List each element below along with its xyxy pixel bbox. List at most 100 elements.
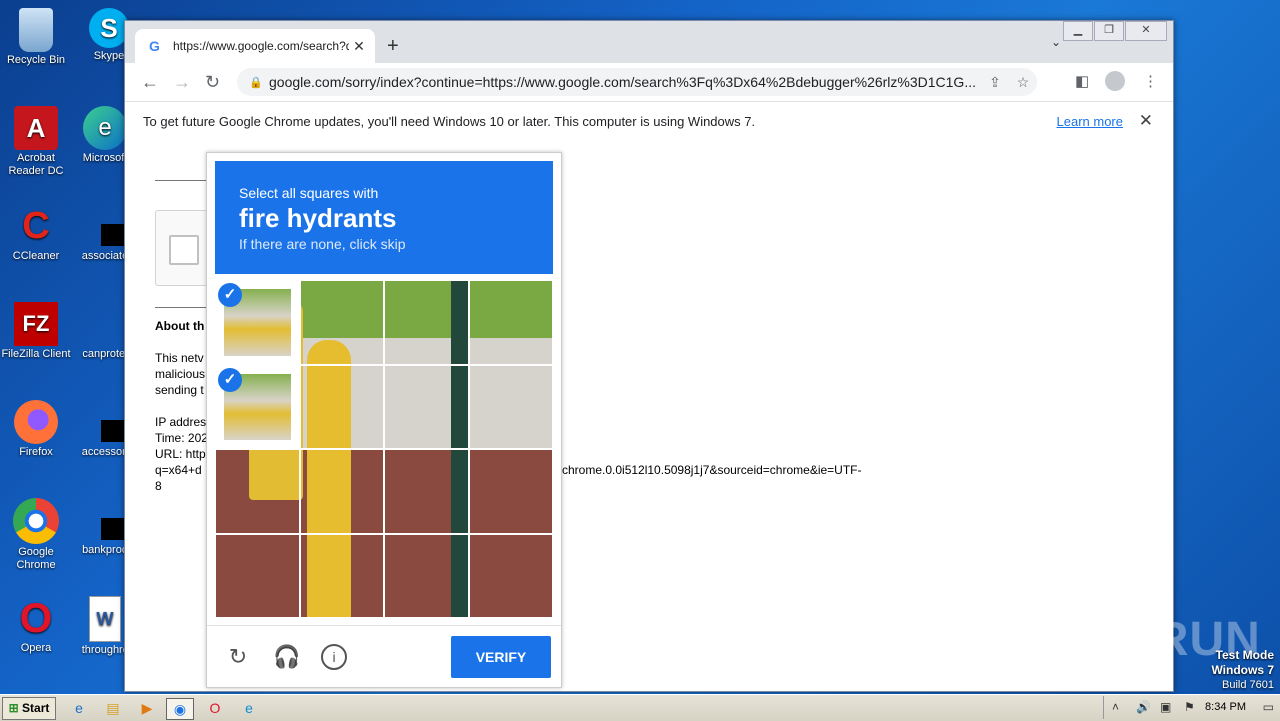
about-para-line1: This netv	[155, 351, 204, 365]
about-para-line2: malicious	[155, 367, 206, 381]
tray-chevron-icon[interactable]: ˄	[1112, 700, 1119, 714]
captcha-tile[interactable]	[215, 533, 300, 618]
desktop-icon-firefox[interactable]: Firefox	[1, 400, 71, 459]
desktop-icon-google-chrome[interactable]: Google Chrome	[1, 498, 71, 572]
time-label: Time: 202	[155, 431, 208, 445]
tab-search-chevron-icon[interactable]: ⌄	[1051, 35, 1061, 49]
bookmark-star-icon[interactable]: ☆	[1009, 74, 1037, 91]
windows-logo-icon: ⊞	[8, 701, 19, 715]
about-para-line3: sending t	[155, 383, 204, 397]
tab-title: https://www.google.com/search?q=	[173, 39, 349, 53]
opera-taskbar-icon[interactable]: O	[204, 698, 226, 718]
ip-address-label: IP addres	[155, 415, 207, 429]
file-icon	[83, 302, 127, 346]
browser-toolbar: ← → ↻ 🔒 google.com/sorry/index?continue=…	[125, 63, 1173, 101]
desktop-icon-ccleaner[interactable]: C CCleaner	[1, 204, 71, 263]
close-window-button[interactable]: ✕	[1125, 21, 1167, 41]
url-label: URL: http	[155, 447, 206, 461]
recaptcha-widget	[155, 210, 213, 286]
restore-button[interactable]: ❐	[1094, 21, 1124, 41]
url-line2-start: q=x64+d	[155, 463, 202, 477]
captcha-tile[interactable]	[215, 449, 300, 534]
tab-google-search[interactable]: G https://www.google.com/search?q= ✕	[135, 29, 375, 63]
recaptcha-challenge: Select all squares with fire hydrants If…	[206, 152, 562, 688]
back-arrow-icon[interactable]: ←	[141, 72, 159, 93]
test-mode-line3: Build 7601	[1222, 679, 1274, 691]
network-icon[interactable]: ▣	[1160, 700, 1171, 714]
captcha-tile[interactable]	[299, 280, 384, 365]
system-tray: ˄ 🔊 ▣ ⚑ 8:34 PM ▭	[1103, 696, 1280, 719]
acrobat-icon: A	[14, 106, 58, 150]
about-heading: About th	[155, 319, 205, 333]
file-icon	[83, 204, 137, 248]
file-icon	[83, 400, 137, 444]
menu-kebab-icon[interactable]: ⋮	[1143, 72, 1158, 90]
ie-taskbar-icon[interactable]: e	[68, 698, 90, 718]
action-center-flag-icon[interactable]: ⚑	[1184, 700, 1195, 714]
selected-check-icon: ✓	[218, 367, 242, 392]
media-player-taskbar-icon[interactable]: ▶	[136, 698, 158, 718]
tab-strip: G https://www.google.com/search?q= ✕ + ⌄…	[125, 21, 1173, 63]
desktop-icon-recycle-bin[interactable]: Recycle Bin	[1, 8, 71, 67]
info-icon[interactable]: i	[321, 644, 347, 670]
captcha-tile[interactable]	[468, 533, 553, 618]
clock[interactable]: 8:34 PM	[1205, 701, 1246, 713]
close-tab-icon[interactable]: ✕	[349, 38, 369, 55]
challenge-image-grid: ✓ ✓	[215, 280, 553, 618]
captcha-tile[interactable]	[384, 280, 469, 365]
address-bar[interactable]: 🔒 google.com/sorry/index?continue=https:…	[237, 68, 1037, 96]
url-line2-end: chrome.0.0i512l10.5098j1j7&sourceid=chro…	[562, 463, 862, 477]
challenge-footer: ↻ 🎧 i VERIFY	[207, 625, 561, 688]
forward-arrow-icon[interactable]: →	[173, 72, 191, 93]
captcha-tile[interactable]	[384, 449, 469, 534]
chrome-icon	[13, 498, 59, 544]
captcha-tile[interactable]	[299, 449, 384, 534]
test-mode-line2: Windows 7	[1211, 663, 1274, 677]
start-label: Start	[22, 701, 50, 715]
captcha-tile[interactable]: ✓	[215, 364, 300, 449]
captcha-tile[interactable]	[299, 533, 384, 618]
url-line3: 8	[155, 479, 162, 493]
test-mode-notice: Test Mode Windows 7 Build 7601	[1211, 648, 1274, 692]
explorer-taskbar-icon[interactable]: ▤	[102, 698, 124, 718]
start-button[interactable]: ⊞ Start	[2, 697, 56, 720]
reload-challenge-icon[interactable]: ↻	[225, 644, 251, 670]
firefox-icon	[14, 400, 58, 444]
captcha-tile[interactable]	[468, 280, 553, 365]
update-infobar: To get future Google Chrome updates, you…	[125, 101, 1173, 143]
challenge-instruction: Select all squares with	[239, 185, 379, 201]
captcha-tile[interactable]	[468, 449, 553, 534]
chrome-taskbar-icon[interactable]: ◉	[166, 698, 194, 720]
desktop-icon-filezilla[interactable]: FZ FileZilla Client	[1, 302, 71, 361]
reload-icon[interactable]: ↻	[205, 72, 220, 93]
show-desktop-icon[interactable]: ▭	[1263, 700, 1274, 714]
learn-more-link[interactable]: Learn more	[1057, 114, 1123, 129]
test-mode-line1: Test Mode	[1215, 648, 1274, 662]
captcha-tile[interactable]	[384, 364, 469, 449]
desktop-icon-acrobat[interactable]: A Acrobat Reader DC	[1, 106, 71, 178]
edge-icon: e	[83, 106, 127, 150]
desktop-icon-opera[interactable]: O Opera	[1, 596, 71, 655]
audio-challenge-icon[interactable]: 🎧	[273, 644, 300, 670]
share-icon[interactable]: ⇪	[981, 74, 1009, 91]
infobar-message: To get future Google Chrome updates, you…	[143, 114, 756, 129]
captcha-tile[interactable]: ✓	[215, 280, 300, 365]
filezilla-icon: FZ	[14, 302, 58, 346]
challenge-skip-hint: If there are none, click skip	[239, 236, 406, 252]
verify-button[interactable]: VERIFY	[451, 636, 551, 678]
captcha-tile[interactable]	[299, 364, 384, 449]
opera-icon: O	[19, 594, 53, 641]
captcha-tile[interactable]	[384, 533, 469, 618]
infobar-close-icon[interactable]: ✕	[1139, 111, 1153, 131]
new-tab-button[interactable]: +	[387, 35, 399, 58]
taskbar: ⊞ Start e ▤ ▶ ◉ O e ˄ 🔊 ▣ ⚑ 8:34 PM ▭	[0, 694, 1280, 721]
edge-taskbar-icon[interactable]: e	[238, 698, 260, 718]
profile-avatar[interactable]	[1105, 71, 1125, 95]
volume-icon[interactable]: 🔊	[1136, 700, 1151, 714]
side-panel-icon[interactable]: ◧	[1075, 72, 1089, 90]
minimize-button[interactable]: ▁	[1063, 21, 1093, 41]
recaptcha-checkbox[interactable]	[169, 235, 199, 265]
selected-check-icon: ✓	[218, 283, 242, 307]
word-document-icon: W	[89, 596, 121, 642]
captcha-tile[interactable]	[468, 364, 553, 449]
